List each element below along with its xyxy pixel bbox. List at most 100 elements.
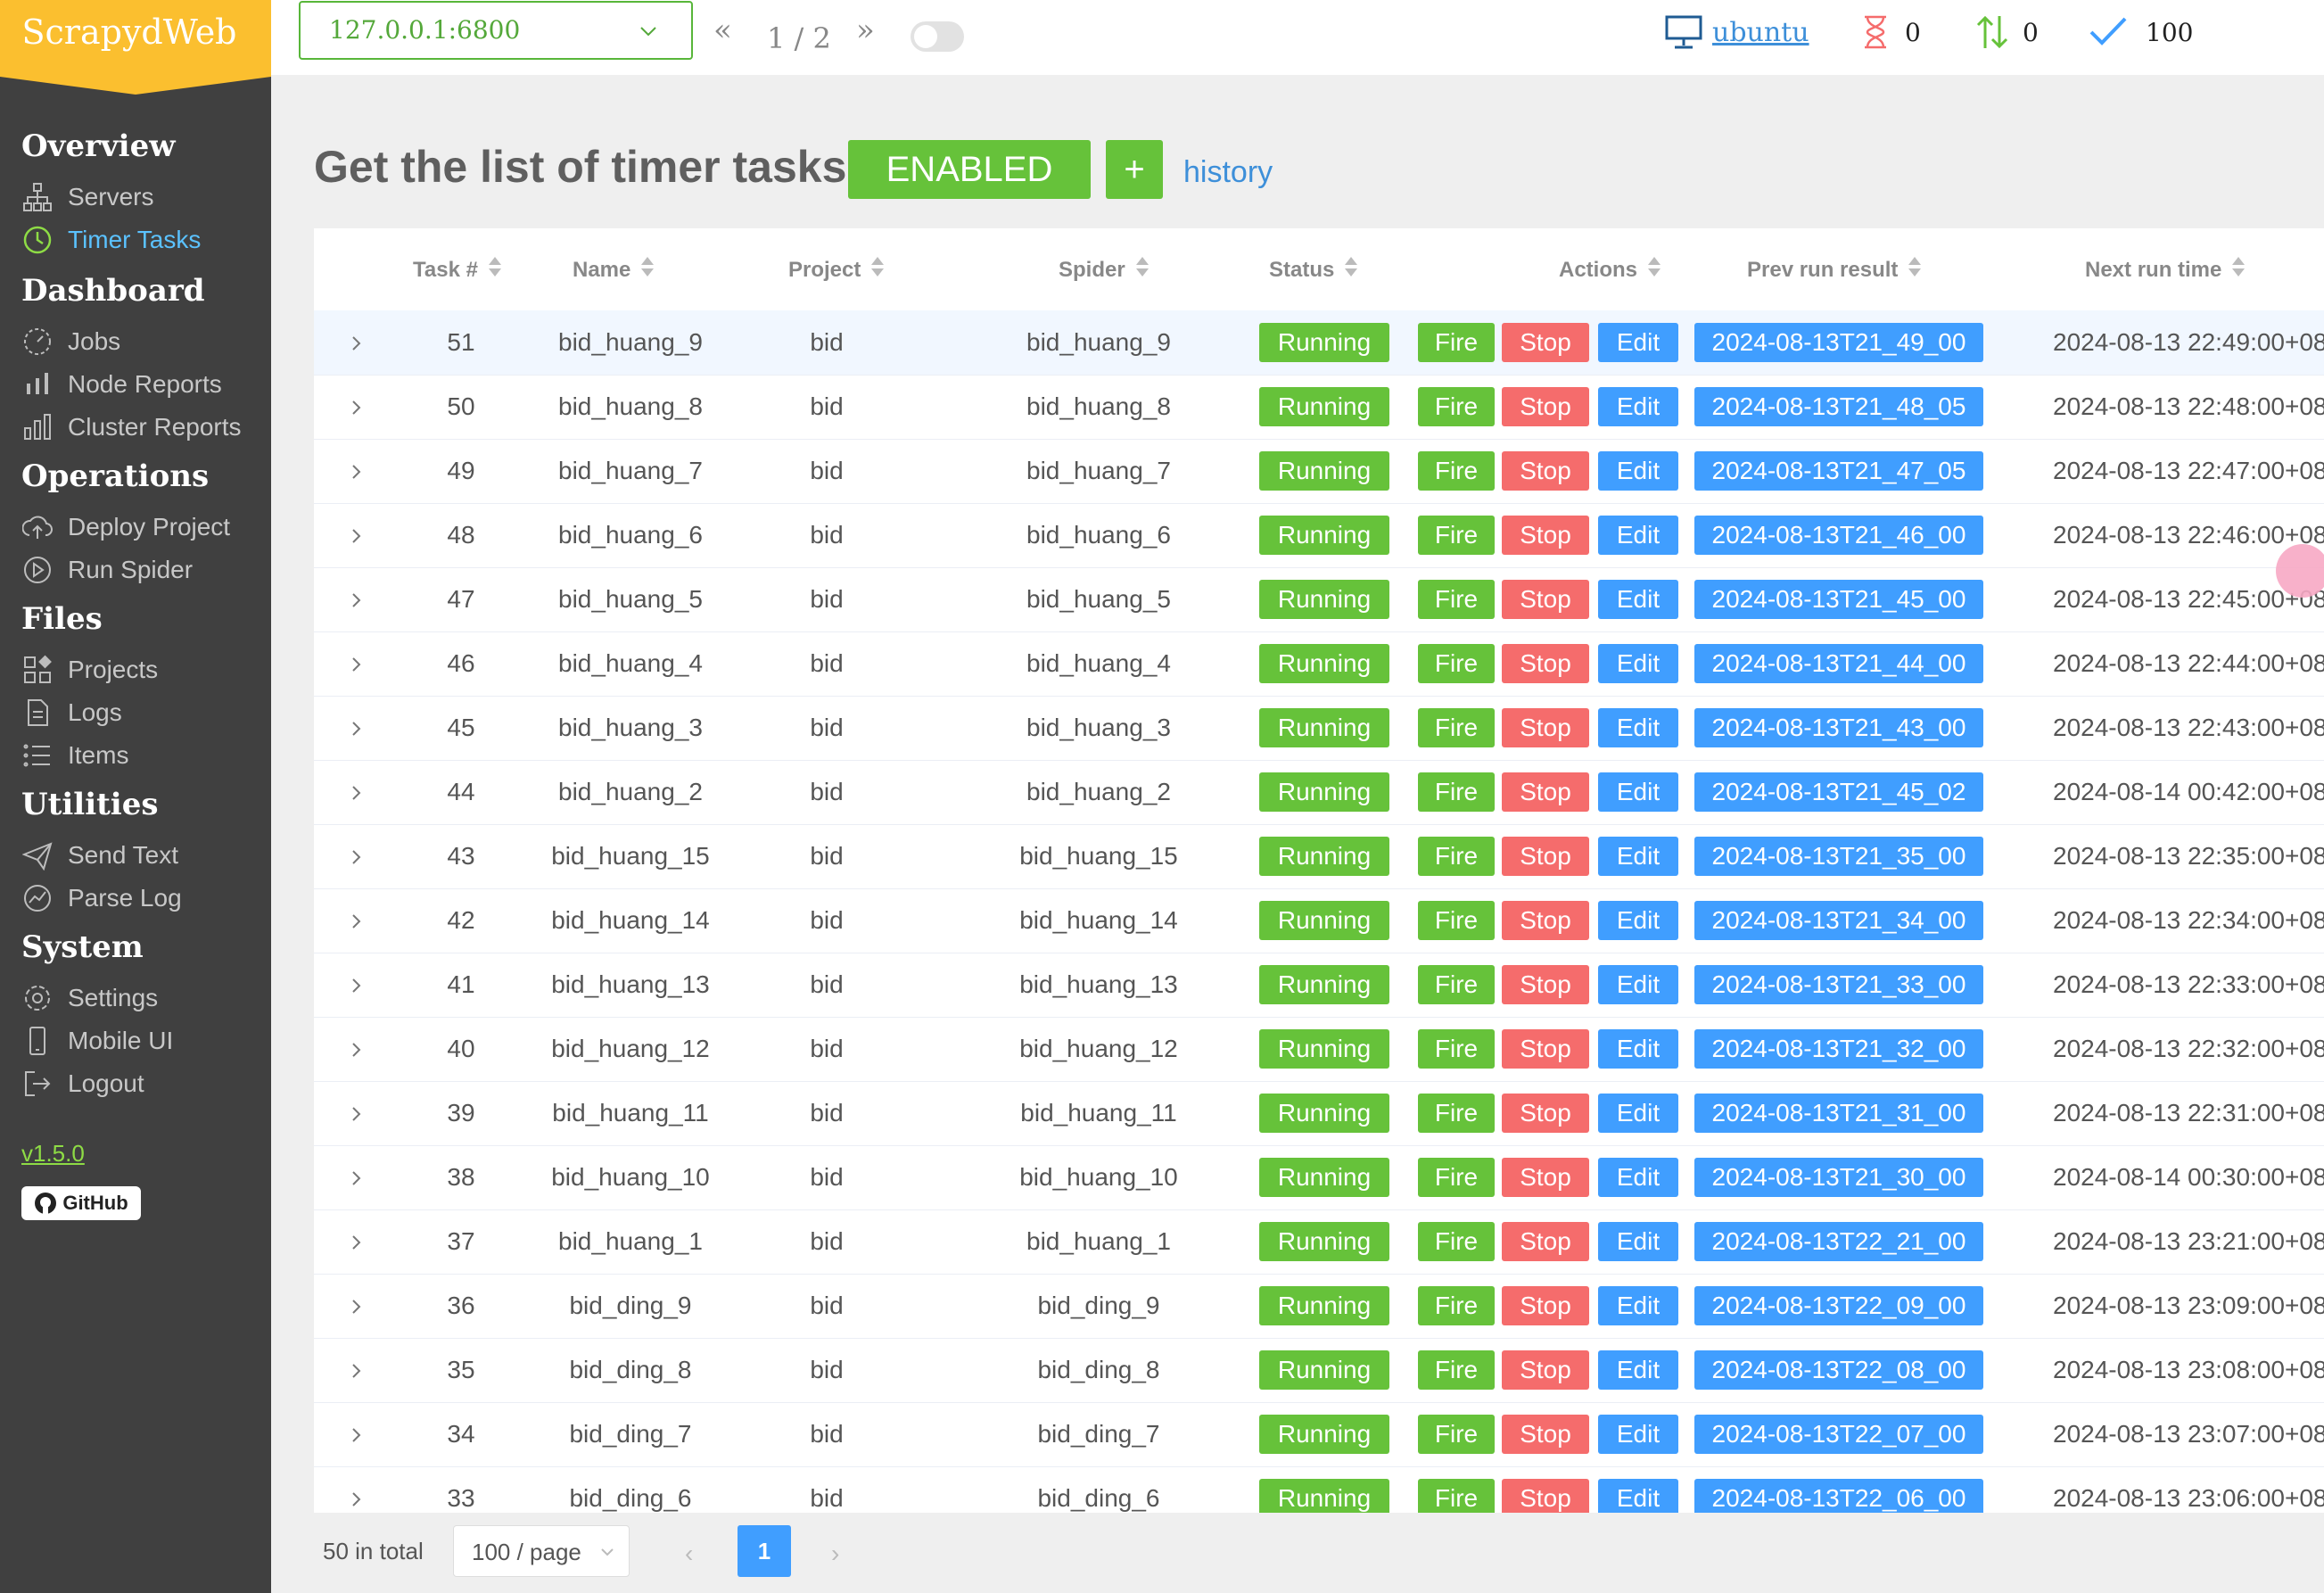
edit-button[interactable]: Edit (1598, 451, 1678, 491)
edit-button[interactable]: Edit (1598, 1350, 1678, 1390)
column-header-spider[interactable]: Spider (1059, 255, 1150, 285)
logo[interactable]: ScrapydWeb (0, 0, 271, 95)
table-row[interactable]: 48 bid_huang_6 bid bid_huang_6 Running Fire St… (314, 503, 2324, 568)
prev-run-result-link[interactable]: 2024-08-13T22_21_00 (1694, 1222, 1983, 1261)
stop-button[interactable]: Stop (1502, 1158, 1589, 1197)
prev-run-result-link[interactable]: 2024-08-13T21_47_05 (1694, 451, 1983, 491)
prev-run-result-link[interactable]: 2024-08-13T21_43_00 (1694, 708, 1983, 747)
edit-button[interactable]: Edit (1598, 1415, 1678, 1454)
prev-run-result-link[interactable]: 2024-08-13T21_35_00 (1694, 837, 1983, 876)
table-row[interactable]: 34 bid_ding_7 bid bid_ding_7 Running Fire Stop… (314, 1402, 2324, 1467)
edit-button[interactable]: Edit (1598, 837, 1678, 876)
edit-button[interactable]: Edit (1598, 901, 1678, 940)
prev-run-result-link[interactable]: 2024-08-13T21_46_00 (1694, 516, 1983, 555)
fire-button[interactable]: Fire (1418, 1094, 1495, 1133)
column-header-name[interactable]: Name (573, 255, 655, 285)
table-row[interactable]: 43 bid_huang_15 bid bid_huang_15 Running Fire… (314, 824, 2324, 889)
fire-button[interactable]: Fire (1418, 1350, 1495, 1390)
next-page-button[interactable]: › (831, 1539, 839, 1568)
toggle-switch[interactable] (911, 21, 964, 52)
sidebar-item-projects[interactable]: Projects (20, 650, 158, 689)
fire-button[interactable]: Fire (1418, 965, 1495, 1004)
expand-chevron-icon[interactable] (350, 1299, 364, 1315)
edit-button[interactable]: Edit (1598, 1222, 1678, 1261)
stop-button[interactable]: Stop (1502, 387, 1589, 426)
edit-button[interactable]: Edit (1598, 965, 1678, 1004)
stop-button[interactable]: Stop (1502, 1029, 1589, 1069)
fire-button[interactable]: Fire (1418, 772, 1495, 812)
expand-chevron-icon[interactable] (350, 400, 364, 416)
stop-button[interactable]: Stop (1502, 901, 1589, 940)
table-row[interactable]: 35 bid_ding_8 bid bid_ding_8 Running Fire Stop… (314, 1338, 2324, 1403)
next-server-button[interactable]: » (856, 12, 875, 48)
prev-run-result-link[interactable]: 2024-08-13T21_49_00 (1694, 323, 1983, 362)
column-header-next-run-time[interactable]: Next run time (2085, 255, 2246, 285)
edit-button[interactable]: Edit (1598, 1158, 1678, 1197)
translate-badge-icon[interactable] (2276, 544, 2324, 598)
expand-chevron-icon[interactable] (350, 1427, 364, 1443)
fire-button[interactable]: Fire (1418, 516, 1495, 555)
expand-chevron-icon[interactable] (350, 528, 364, 544)
stop-button[interactable]: Stop (1502, 772, 1589, 812)
expand-chevron-icon[interactable] (350, 1042, 364, 1058)
version-link[interactable]: v1.5.0 (21, 1140, 85, 1168)
prev-server-button[interactable]: « (713, 12, 732, 48)
edit-button[interactable]: Edit (1598, 644, 1678, 683)
stop-button[interactable]: Stop (1502, 451, 1589, 491)
prev-run-result-link[interactable]: 2024-08-13T21_32_00 (1694, 1029, 1983, 1069)
stop-button[interactable]: Stop (1502, 965, 1589, 1004)
table-row[interactable]: 39 bid_huang_11 bid bid_huang_11 Running Fire… (314, 1081, 2324, 1146)
sidebar-item-cluster-reports[interactable]: Cluster Reports (20, 408, 242, 447)
table-row[interactable]: 49 bid_huang_7 bid bid_huang_7 Running Fire St… (314, 439, 2324, 504)
fire-button[interactable]: Fire (1418, 708, 1495, 747)
stop-button[interactable]: Stop (1502, 516, 1589, 555)
sidebar-item-servers[interactable]: Servers (20, 177, 153, 217)
expand-chevron-icon[interactable] (350, 1363, 364, 1379)
server-select[interactable]: 127.0.0.1:6800 (299, 1, 693, 60)
table-row[interactable]: 44 bid_huang_2 bid bid_huang_2 Running Fire St… (314, 760, 2324, 825)
page-number-1[interactable]: 1 (738, 1525, 791, 1577)
stop-button[interactable]: Stop (1502, 1350, 1589, 1390)
expand-chevron-icon[interactable] (350, 913, 364, 929)
table-row[interactable]: 45 bid_huang_3 bid bid_huang_3 Running Fire St… (314, 696, 2324, 761)
host-link[interactable]: ubuntu (1664, 5, 1809, 59)
sidebar-item-settings[interactable]: Settings (20, 978, 158, 1018)
fire-button[interactable]: Fire (1418, 1479, 1495, 1513)
edit-button[interactable]: Edit (1598, 387, 1678, 426)
stop-button[interactable]: Stop (1502, 644, 1589, 683)
fire-button[interactable]: Fire (1418, 451, 1495, 491)
edit-button[interactable]: Edit (1598, 323, 1678, 362)
sidebar-item-parse-log[interactable]: Parse Log (20, 879, 182, 918)
stop-button[interactable]: Stop (1502, 1479, 1589, 1513)
prev-run-result-link[interactable]: 2024-08-13T22_09_00 (1694, 1286, 1983, 1325)
edit-button[interactable]: Edit (1598, 1094, 1678, 1133)
edit-button[interactable]: Edit (1598, 1479, 1678, 1513)
stop-button[interactable]: Stop (1502, 708, 1589, 747)
fire-button[interactable]: Fire (1418, 580, 1495, 619)
prev-run-result-link[interactable]: 2024-08-13T22_08_00 (1694, 1350, 1983, 1390)
sidebar-item-send-text[interactable]: Send Text (20, 836, 178, 875)
column-header-project[interactable]: Project (788, 255, 886, 285)
prev-run-result-link[interactable]: 2024-08-13T21_34_00 (1694, 901, 1983, 940)
enabled-button[interactable]: ENABLED (848, 140, 1091, 199)
fire-button[interactable]: Fire (1418, 1286, 1495, 1325)
prev-page-button[interactable]: ‹ (685, 1539, 693, 1568)
edit-button[interactable]: Edit (1598, 580, 1678, 619)
edit-button[interactable]: Edit (1598, 516, 1678, 555)
stop-button[interactable]: Stop (1502, 1094, 1589, 1133)
table-row[interactable]: 36 bid_ding_9 bid bid_ding_9 Running Fire Stop… (314, 1274, 2324, 1339)
table-row[interactable]: 42 bid_huang_14 bid bid_huang_14 Running Fire… (314, 888, 2324, 953)
table-row[interactable]: 41 bid_huang_13 bid bid_huang_13 Running Fire… (314, 953, 2324, 1018)
expand-chevron-icon[interactable] (350, 978, 364, 994)
edit-button[interactable]: Edit (1598, 708, 1678, 747)
expand-chevron-icon[interactable] (350, 592, 364, 608)
sidebar-item-node-reports[interactable]: Node Reports (20, 365, 222, 404)
column-header-actions[interactable]: Actions (1559, 255, 1662, 285)
prev-run-result-link[interactable]: 2024-08-13T21_48_05 (1694, 387, 1983, 426)
history-link[interactable]: history (1183, 155, 1273, 190)
sidebar-item-mobile-ui[interactable]: Mobile UI (20, 1021, 173, 1061)
prev-run-result-link[interactable]: 2024-08-13T21_44_00 (1694, 644, 1983, 683)
sidebar-item-deploy-project[interactable]: Deploy Project (20, 508, 230, 547)
table-row[interactable]: 38 bid_huang_10 bid bid_huang_10 Running Fire… (314, 1145, 2324, 1210)
expand-chevron-icon[interactable] (350, 464, 364, 480)
